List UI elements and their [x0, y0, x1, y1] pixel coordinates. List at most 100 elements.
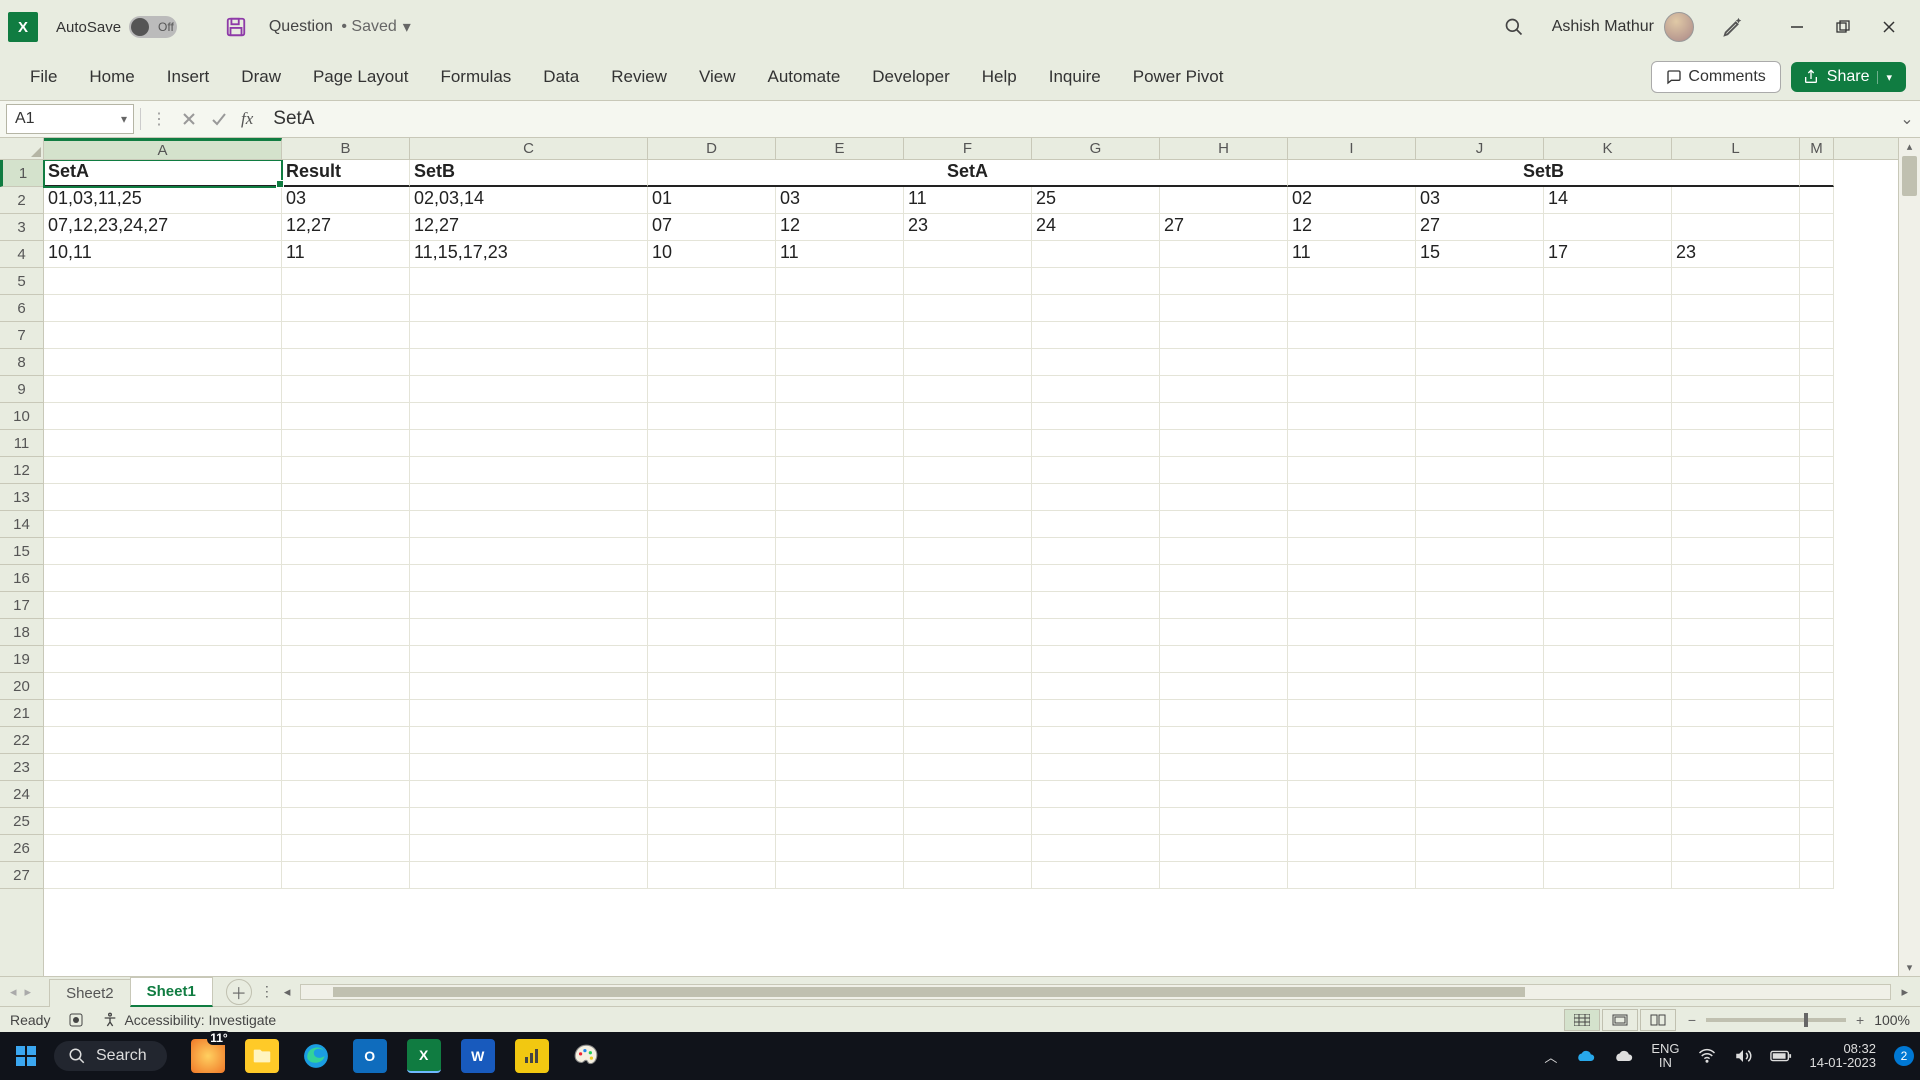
- cell[interactable]: [1032, 673, 1160, 700]
- ribbon-tab-draw[interactable]: Draw: [225, 59, 297, 95]
- cell[interactable]: [44, 781, 282, 808]
- file-explorer-icon[interactable]: [245, 1039, 279, 1073]
- cell[interactable]: 24: [1032, 214, 1160, 241]
- row-header-24[interactable]: 24: [0, 781, 43, 808]
- tab-scroll-options-icon[interactable]: ⋮: [260, 983, 274, 1000]
- cell[interactable]: [1160, 268, 1288, 295]
- user-avatar[interactable]: [1664, 12, 1694, 42]
- ribbon-tab-data[interactable]: Data: [527, 59, 595, 95]
- row-header-15[interactable]: 15: [0, 538, 43, 565]
- column-header-I[interactable]: I: [1288, 138, 1416, 159]
- column-header-L[interactable]: L: [1672, 138, 1800, 159]
- word-icon[interactable]: W: [461, 1039, 495, 1073]
- cell[interactable]: 12: [1288, 214, 1416, 241]
- cell[interactable]: [282, 646, 410, 673]
- cell[interactable]: [1160, 592, 1288, 619]
- cell[interactable]: [1544, 808, 1672, 835]
- cell[interactable]: [1672, 457, 1800, 484]
- cell[interactable]: [44, 646, 282, 673]
- cell[interactable]: 03: [1416, 187, 1544, 214]
- cell[interactable]: [282, 457, 410, 484]
- cell[interactable]: [1672, 727, 1800, 754]
- cell[interactable]: [1800, 565, 1834, 592]
- row-header-21[interactable]: 21: [0, 700, 43, 727]
- column-header-M[interactable]: M: [1800, 138, 1834, 159]
- cell[interactable]: [776, 565, 904, 592]
- cell[interactable]: [1288, 403, 1416, 430]
- cell[interactable]: [1800, 511, 1834, 538]
- cell[interactable]: [1800, 295, 1834, 322]
- cell[interactable]: [776, 322, 904, 349]
- row-header-11[interactable]: 11: [0, 430, 43, 457]
- cell[interactable]: 12: [776, 214, 904, 241]
- powerbi-icon[interactable]: [515, 1039, 549, 1073]
- row-header-8[interactable]: 8: [0, 349, 43, 376]
- title-chevron-down-icon[interactable]: ▾: [403, 17, 411, 37]
- cell[interactable]: [44, 430, 282, 457]
- cell[interactable]: [44, 619, 282, 646]
- cell[interactable]: [1672, 754, 1800, 781]
- column-header-C[interactable]: C: [410, 138, 648, 159]
- cell[interactable]: [1288, 646, 1416, 673]
- cell[interactable]: [1288, 781, 1416, 808]
- cell[interactable]: [1800, 700, 1834, 727]
- cell[interactable]: [44, 592, 282, 619]
- cell[interactable]: [776, 457, 904, 484]
- cell[interactable]: [648, 700, 776, 727]
- new-sheet-button[interactable]: ＋: [226, 979, 252, 1005]
- cell[interactable]: [1032, 268, 1160, 295]
- cell[interactable]: [1160, 673, 1288, 700]
- cell[interactable]: [904, 619, 1032, 646]
- cell[interactable]: 27: [1416, 214, 1544, 241]
- ribbon-tab-view[interactable]: View: [683, 59, 752, 95]
- cell[interactable]: [282, 700, 410, 727]
- close-button[interactable]: [1866, 7, 1912, 47]
- cell[interactable]: 27: [1160, 214, 1288, 241]
- row-header-25[interactable]: 25: [0, 808, 43, 835]
- cell[interactable]: [1288, 727, 1416, 754]
- row-header-10[interactable]: 10: [0, 403, 43, 430]
- cell[interactable]: [1800, 457, 1834, 484]
- cell[interactable]: [1032, 700, 1160, 727]
- cell[interactable]: [282, 376, 410, 403]
- cell[interactable]: [282, 484, 410, 511]
- cell[interactable]: [1800, 268, 1834, 295]
- cell[interactable]: 07: [648, 214, 776, 241]
- cell[interactable]: [904, 673, 1032, 700]
- cell[interactable]: [1032, 241, 1160, 268]
- expand-formula-bar-icon[interactable]: ⌄: [1894, 109, 1920, 129]
- cell[interactable]: [904, 835, 1032, 862]
- cell[interactable]: [1160, 619, 1288, 646]
- cell[interactable]: [1288, 430, 1416, 457]
- cell[interactable]: [1032, 403, 1160, 430]
- cell[interactable]: [410, 619, 648, 646]
- cell[interactable]: [1416, 538, 1544, 565]
- cell[interactable]: [1544, 349, 1672, 376]
- cell[interactable]: [1544, 538, 1672, 565]
- cell[interactable]: 12,27: [410, 214, 648, 241]
- cell[interactable]: 11: [904, 187, 1032, 214]
- cell[interactable]: [904, 430, 1032, 457]
- cell[interactable]: [1800, 835, 1834, 862]
- cell[interactable]: [44, 727, 282, 754]
- row-header-9[interactable]: 9: [0, 376, 43, 403]
- cell[interactable]: [1416, 619, 1544, 646]
- cell[interactable]: [1160, 700, 1288, 727]
- cell[interactable]: [1288, 862, 1416, 889]
- cell[interactable]: [904, 295, 1032, 322]
- cell[interactable]: [776, 295, 904, 322]
- cell[interactable]: [1544, 754, 1672, 781]
- cells-area[interactable]: SetAResultSetBSetASetB01,03,11,250302,03…: [44, 160, 1898, 976]
- cell[interactable]: [1416, 484, 1544, 511]
- cell[interactable]: [1416, 565, 1544, 592]
- cell[interactable]: [1800, 781, 1834, 808]
- cell[interactable]: [1160, 727, 1288, 754]
- cell[interactable]: [1160, 430, 1288, 457]
- cell[interactable]: [904, 322, 1032, 349]
- cell[interactable]: [776, 646, 904, 673]
- cell[interactable]: [1416, 673, 1544, 700]
- cell[interactable]: 11,15,17,23: [410, 241, 648, 268]
- accessibility-status[interactable]: Accessibility: Investigate: [102, 1012, 276, 1028]
- cell[interactable]: [648, 403, 776, 430]
- cell[interactable]: [648, 565, 776, 592]
